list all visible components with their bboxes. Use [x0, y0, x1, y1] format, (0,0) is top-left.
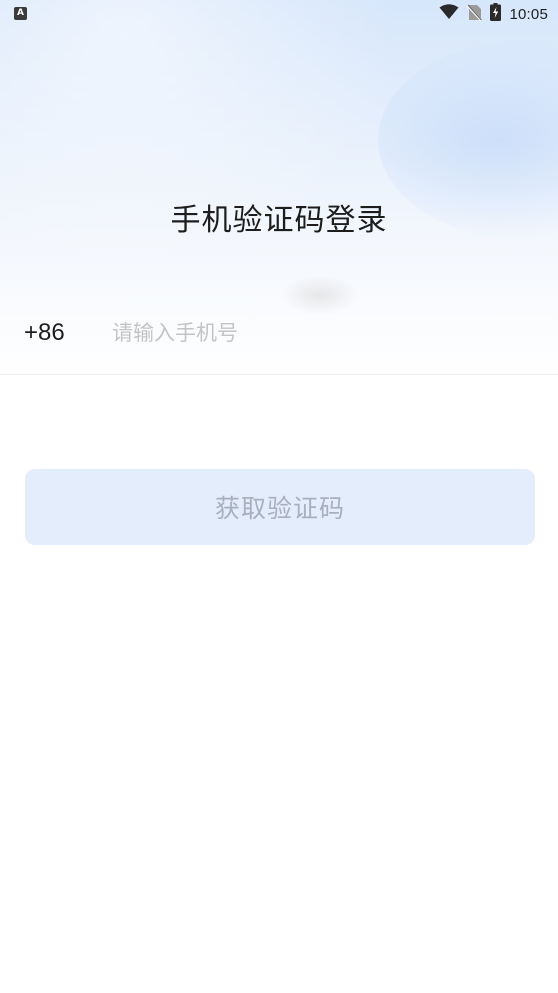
app-notification-icon: A [14, 7, 27, 20]
status-bar: A 10:05 [0, 0, 558, 28]
country-code-selector[interactable]: +86 [24, 319, 65, 347]
phone-input-row: +86 [0, 306, 558, 375]
phone-number-input[interactable] [112, 316, 532, 350]
page-title: 手机验证码登录 [170, 203, 388, 238]
clock-time: 10:05 [509, 5, 548, 23]
get-verification-code-button[interactable]: 获取验证码 [25, 469, 535, 545]
status-bar-right: 10:05 [439, 3, 548, 25]
wifi-icon [439, 4, 459, 24]
no-sim-icon [467, 4, 483, 25]
battery-charging-icon [490, 3, 502, 25]
get-code-button-label: 获取验证码 [214, 494, 345, 523]
